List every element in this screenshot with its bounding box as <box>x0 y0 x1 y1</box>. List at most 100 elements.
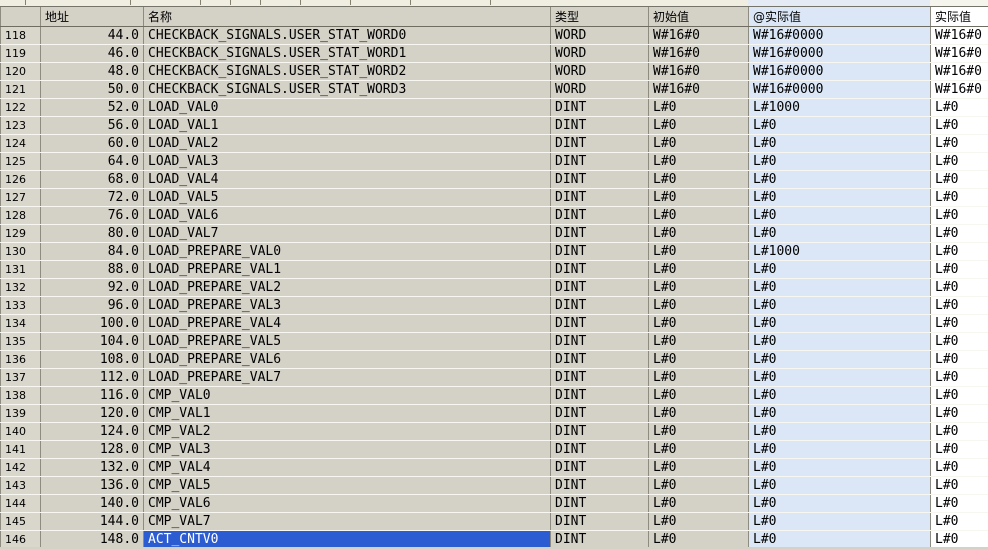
cell-address[interactable]: 124.0 <box>41 422 144 440</box>
cell-address[interactable]: 52.0 <box>41 98 144 116</box>
cell-actual-value[interactable]: L#0 <box>931 512 988 530</box>
cell-initial-value[interactable]: L#0 <box>649 206 749 224</box>
cell-type[interactable]: WORD <box>551 62 649 80</box>
row-number[interactable]: 133 <box>1 296 41 314</box>
cell-actual-value[interactable]: W#16#0 <box>931 80 988 98</box>
cell-actual-value[interactable]: L#0 <box>931 386 988 404</box>
cell-monitor-value[interactable]: L#0 <box>749 530 931 548</box>
cell-monitor-value[interactable]: L#0 <box>749 350 931 368</box>
row-number[interactable]: 145 <box>1 512 41 530</box>
cell-actual-value[interactable]: L#0 <box>931 530 988 548</box>
cell-monitor-value[interactable]: L#0 <box>749 152 931 170</box>
cell-address[interactable]: 72.0 <box>41 188 144 206</box>
row-number[interactable]: 123 <box>1 116 41 134</box>
row-number[interactable]: 138 <box>1 386 41 404</box>
cell-monitor-value[interactable]: L#0 <box>749 422 931 440</box>
cell-type[interactable]: DINT <box>551 116 649 134</box>
cell-type[interactable]: DINT <box>551 188 649 206</box>
cell-initial-value[interactable]: L#0 <box>649 224 749 242</box>
cell-type[interactable]: WORD <box>551 80 649 98</box>
cell-name[interactable]: CMP_VAL6 <box>144 494 551 512</box>
cell-monitor-value[interactable]: L#0 <box>749 404 931 422</box>
cell-name[interactable]: CMP_VAL7 <box>144 512 551 530</box>
row-number[interactable]: 122 <box>1 98 41 116</box>
cell-type[interactable]: DINT <box>551 386 649 404</box>
cell-initial-value[interactable]: L#0 <box>649 350 749 368</box>
row-number[interactable]: 140 <box>1 422 41 440</box>
cell-name[interactable]: CMP_VAL5 <box>144 476 551 494</box>
cell-name[interactable]: LOAD_PREPARE_VAL2 <box>144 278 551 296</box>
cell-type[interactable]: DINT <box>551 206 649 224</box>
cell-initial-value[interactable]: L#0 <box>649 404 749 422</box>
cell-address[interactable]: 44.0 <box>41 26 144 44</box>
cell-address[interactable]: 76.0 <box>41 206 144 224</box>
cell-actual-value[interactable]: W#16#0 <box>931 44 988 62</box>
row-number[interactable]: 119 <box>1 44 41 62</box>
row-number[interactable]: 128 <box>1 206 41 224</box>
cell-initial-value[interactable]: W#16#0 <box>649 80 749 98</box>
row-number[interactable]: 137 <box>1 368 41 386</box>
cell-name[interactable]: LOAD_PREPARE_VAL1 <box>144 260 551 278</box>
cell-initial-value[interactable]: L#0 <box>649 476 749 494</box>
cell-type[interactable]: DINT <box>551 314 649 332</box>
cell-name[interactable]: CMP_VAL2 <box>144 422 551 440</box>
cell-type[interactable]: DINT <box>551 512 649 530</box>
cell-monitor-value[interactable]: L#0 <box>749 188 931 206</box>
cell-monitor-value[interactable]: L#0 <box>749 260 931 278</box>
cell-address[interactable]: 144.0 <box>41 512 144 530</box>
cell-monitor-value[interactable]: L#0 <box>749 368 931 386</box>
cell-type[interactable]: DINT <box>551 242 649 260</box>
cell-name[interactable]: LOAD_PREPARE_VAL4 <box>144 314 551 332</box>
cell-name[interactable]: LOAD_PREPARE_VAL6 <box>144 350 551 368</box>
cell-address[interactable]: 100.0 <box>41 314 144 332</box>
cell-monitor-value[interactable]: L#0 <box>749 494 931 512</box>
cell-type[interactable]: DINT <box>551 530 649 548</box>
cell-address[interactable]: 46.0 <box>41 44 144 62</box>
cell-name[interactable]: CMP_VAL4 <box>144 458 551 476</box>
cell-address[interactable]: 120.0 <box>41 404 144 422</box>
cell-name[interactable]: LOAD_VAL0 <box>144 98 551 116</box>
cell-initial-value[interactable]: L#0 <box>649 170 749 188</box>
cell-address[interactable]: 148.0 <box>41 530 144 548</box>
cell-actual-value[interactable]: L#0 <box>931 458 988 476</box>
cell-type[interactable]: WORD <box>551 26 649 44</box>
cell-initial-value[interactable]: L#0 <box>649 296 749 314</box>
cell-monitor-value[interactable]: L#0 <box>749 476 931 494</box>
cell-actual-value[interactable]: L#0 <box>931 224 988 242</box>
cell-address[interactable]: 116.0 <box>41 386 144 404</box>
cell-address[interactable]: 128.0 <box>41 440 144 458</box>
cell-type[interactable]: DINT <box>551 440 649 458</box>
cell-initial-value[interactable]: L#0 <box>649 242 749 260</box>
cell-initial-value[interactable]: W#16#0 <box>649 26 749 44</box>
cell-name[interactable]: CMP_VAL3 <box>144 440 551 458</box>
cell-initial-value[interactable]: L#0 <box>649 458 749 476</box>
cell-actual-value[interactable]: L#0 <box>931 206 988 224</box>
cell-address[interactable]: 88.0 <box>41 260 144 278</box>
cell-name[interactable]: CHECKBACK_SIGNALS.USER_STAT_WORD0 <box>144 26 551 44</box>
cell-address[interactable]: 112.0 <box>41 368 144 386</box>
cell-initial-value[interactable]: L#0 <box>649 512 749 530</box>
cell-type[interactable]: DINT <box>551 152 649 170</box>
cell-name[interactable]: CHECKBACK_SIGNALS.USER_STAT_WORD1 <box>144 44 551 62</box>
row-number[interactable]: 131 <box>1 260 41 278</box>
cell-type[interactable]: DINT <box>551 350 649 368</box>
cell-name[interactable]: LOAD_VAL6 <box>144 206 551 224</box>
cell-initial-value[interactable]: L#0 <box>649 188 749 206</box>
cell-name[interactable]: ACT_CNTV0 <box>144 530 551 548</box>
cell-actual-value[interactable]: L#0 <box>931 332 988 350</box>
cell-actual-value[interactable]: L#0 <box>931 494 988 512</box>
row-number[interactable]: 132 <box>1 278 41 296</box>
cell-actual-value[interactable]: L#0 <box>931 134 988 152</box>
cell-monitor-value[interactable]: L#0 <box>749 278 931 296</box>
row-number[interactable]: 124 <box>1 134 41 152</box>
cell-type[interactable]: DINT <box>551 476 649 494</box>
cell-actual-value[interactable]: L#0 <box>931 98 988 116</box>
cell-monitor-value[interactable]: W#16#0000 <box>749 26 931 44</box>
cell-actual-value[interactable]: W#16#0 <box>931 26 988 44</box>
cell-address[interactable]: 80.0 <box>41 224 144 242</box>
cell-name[interactable]: LOAD_VAL3 <box>144 152 551 170</box>
cell-initial-value[interactable]: L#0 <box>649 152 749 170</box>
cell-type[interactable]: DINT <box>551 404 649 422</box>
cell-monitor-value[interactable]: W#16#0000 <box>749 80 931 98</box>
cell-monitor-value[interactable]: L#0 <box>749 440 931 458</box>
